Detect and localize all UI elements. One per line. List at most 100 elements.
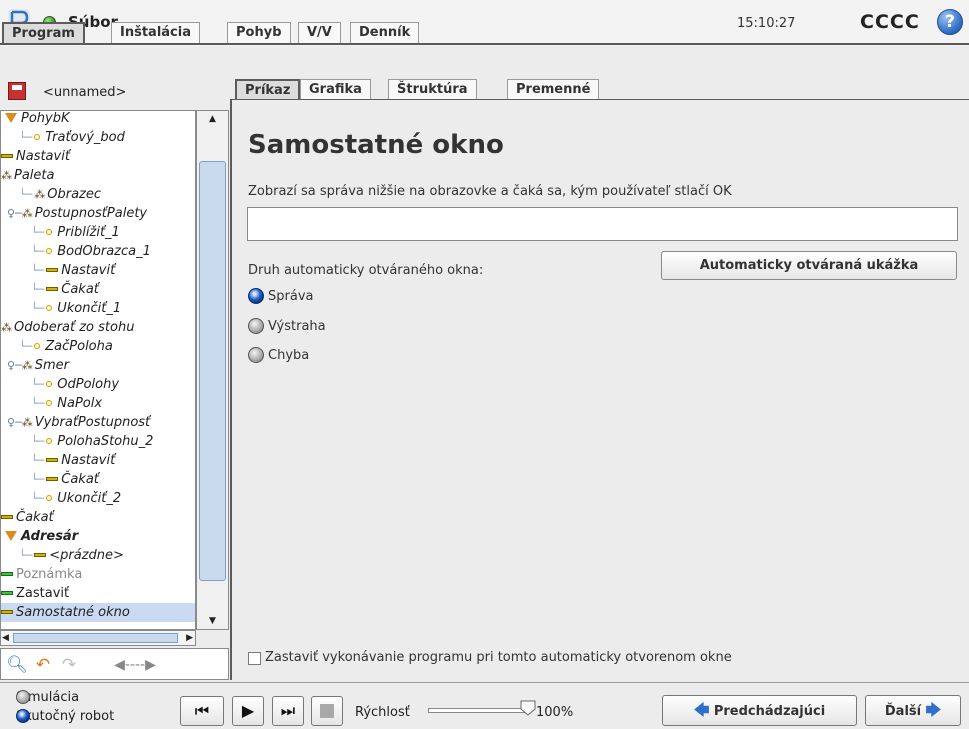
tree-node[interactable]: └─ ZačPoloha	[19, 337, 113, 356]
tree-node[interactable]: Čakať	[1, 508, 54, 527]
stop-program-checkbox[interactable]	[248, 652, 261, 665]
tree-node[interactable]: └─ Čakať	[31, 470, 99, 489]
radio-button-icon[interactable]	[248, 347, 264, 363]
expand-icon: ♀─	[7, 416, 22, 429]
scroll-left-icon[interactable]: ◀	[2, 631, 9, 645]
popup-type-label: Druh automaticky otváraného okna:	[248, 263, 484, 278]
command-icon	[46, 268, 59, 272]
tree-node[interactable]: ⁂ Odoberať zo stohu	[1, 318, 134, 337]
tree-node[interactable]: └─ OdPolohy	[31, 375, 119, 394]
message-input[interactable]	[247, 207, 958, 241]
tab-log[interactable]: Denník	[350, 22, 420, 44]
tree-connector-icon: └─	[31, 378, 45, 391]
clock: 15:10:27	[737, 16, 796, 31]
redo-icon[interactable]: ↷	[57, 653, 81, 677]
tree-horizontal-scrollbar[interactable]: ◀ ▶	[0, 630, 196, 646]
folder-triangle-icon	[5, 113, 17, 123]
mode-real-robot[interactable]: Skutočný robot	[16, 709, 114, 727]
pallet-icon: ⁂	[21, 416, 33, 429]
tab-command[interactable]: Príkaz	[235, 79, 301, 101]
folder-triangle-icon	[5, 531, 17, 541]
save-icon[interactable]	[8, 82, 26, 100]
search-icon[interactable]: 🔍︎	[5, 653, 29, 677]
tab-move[interactable]: Pohyb	[227, 22, 291, 44]
arrow-left-icon: 🡄︎	[693, 701, 710, 719]
tab-program[interactable]: Program	[2, 22, 85, 44]
tree-node[interactable]: └─ PolohaStohu_2	[31, 432, 153, 451]
tree-node[interactable]: └─ Ukončiť_1	[31, 299, 121, 318]
tree-node[interactable]: PohybK	[5, 111, 70, 128]
tab-structure[interactable]: Štruktúra	[388, 79, 477, 101]
command-icon	[1, 154, 13, 158]
tree-connector-icon: └─	[19, 188, 33, 201]
tree-vertical-scrollbar[interactable]: ▲ ▼	[196, 110, 229, 630]
undo-icon[interactable]: ↶	[31, 653, 55, 677]
page-title: Samostatné okno	[248, 130, 504, 160]
pallet-icon: ⁂	[1, 169, 12, 182]
radio-button-icon[interactable]	[16, 690, 30, 704]
command-icon	[1, 591, 13, 595]
tree-node[interactable]: └─ Nastaviť	[31, 261, 115, 280]
scroll-right-icon[interactable]: ▶	[186, 631, 193, 645]
radio-button-icon[interactable]	[248, 288, 264, 304]
move-arrows-icon[interactable]: ◀----▶	[87, 653, 183, 677]
tree-node[interactable]: └─ ⁂ Obrazec	[19, 185, 101, 204]
waypoint-icon	[46, 381, 53, 387]
tree-node[interactable]: Samostatné okno	[1, 603, 195, 622]
tree-node[interactable]: Adresár	[5, 527, 78, 546]
play-button[interactable]: ▶	[232, 696, 264, 726]
tree-node[interactable]: └─ Nastaviť	[31, 451, 115, 470]
previous-button[interactable]: 🡄︎ Predchádzajúci	[662, 695, 857, 726]
next-button[interactable]: Ďalší 🡆︎	[865, 695, 961, 726]
tab-graphics[interactable]: Grafika	[300, 79, 371, 101]
tree-node[interactable]: ♀─⁂ Smer	[7, 356, 69, 375]
tree-node[interactable]: └─ NaPolx	[31, 394, 102, 413]
preview-popup-button[interactable]: Automaticky otváraná ukážka	[661, 251, 957, 280]
stop-program-label: Zastaviť vykonávanie programu pri tomto …	[265, 650, 732, 665]
tree-node[interactable]: └─ Ukončiť_2	[31, 489, 121, 508]
tree-node[interactable]: Nastaviť	[1, 147, 70, 166]
expand-icon: ♀─	[7, 359, 22, 372]
tree-node[interactable]: ♀─⁂ PostupnosťPalety	[7, 204, 147, 223]
help-button[interactable]: ?	[937, 9, 963, 35]
tree-node-label: Zastaviť	[16, 586, 70, 601]
tree-node[interactable]: ♀─⁂ VybraťPostupnosť	[7, 413, 150, 432]
step-button[interactable]: ⏭	[272, 696, 304, 726]
scroll-down-icon[interactable]: ▼	[197, 613, 228, 629]
tree-node-label: PolohaStohu_2	[57, 434, 154, 449]
rewind-button[interactable]: ⏮	[180, 696, 224, 726]
scroll-up-icon[interactable]: ▲	[197, 111, 228, 127]
scroll-thumb[interactable]	[199, 161, 226, 581]
tree-connector-icon: └─	[31, 473, 45, 486]
waypoint-icon	[46, 248, 53, 254]
tab-installation[interactable]: Inštalácia	[111, 22, 200, 44]
tree-node-label: Obrazec	[47, 187, 102, 202]
tab-io[interactable]: V/V	[298, 22, 341, 44]
tree-node[interactable]: └─ <prázdne>	[19, 546, 124, 565]
mode-simulation[interactable]: Simulácia	[16, 690, 79, 708]
tree-node-label: PostupnosťPalety	[34, 206, 148, 221]
tree-node[interactable]: Poznámka	[1, 565, 82, 584]
speed-slider-handle[interactable]	[520, 700, 536, 716]
tree-node-label: Čakať	[16, 510, 54, 525]
stop-button[interactable]	[311, 696, 343, 726]
command-icon	[46, 477, 59, 481]
radio-button-icon[interactable]	[248, 318, 264, 334]
description-text: Zobrazí sa správa nižšie na obrazovke a …	[248, 184, 732, 199]
tree-node-label: ZačPoloha	[45, 339, 113, 354]
tree-node[interactable]: └─ Priblížiť_1	[31, 223, 120, 242]
tree-node[interactable]: └─ Čakať	[31, 280, 99, 299]
tree-connector-icon: └─	[31, 454, 45, 467]
speed-slider[interactable]	[428, 708, 528, 713]
tree-node[interactable]: └─ Traťový_bod	[19, 128, 125, 147]
tree-node-label: Smer	[34, 358, 69, 373]
scroll-thumb[interactable]	[13, 633, 178, 643]
radio-button-icon[interactable]	[16, 709, 30, 723]
program-name: <unnamed>	[43, 85, 127, 100]
tree-node[interactable]: ⁂ Paleta	[1, 166, 54, 185]
tree-node[interactable]: Zastaviť	[1, 584, 69, 603]
speed-label: Rýchlosť	[355, 705, 410, 720]
tree-node[interactable]: └─ BodObrazca_1	[31, 242, 151, 261]
tab-variables[interactable]: Premenné	[507, 79, 600, 101]
program-tree[interactable]: PohybK └─ Traťový_bod Nastaviť ⁂ Paleta └─ ⁂ Obr…	[0, 110, 196, 630]
